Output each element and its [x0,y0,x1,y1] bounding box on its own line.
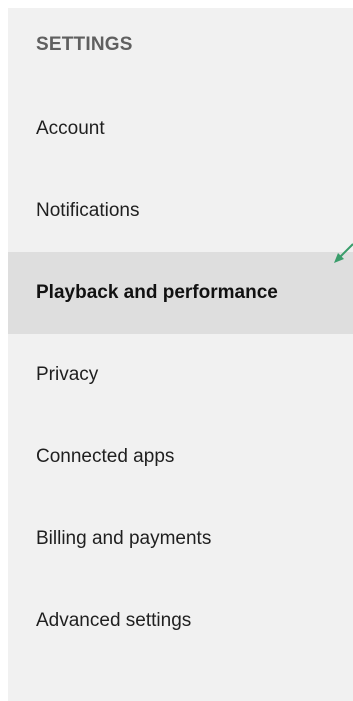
nav-item-billing-and-payments[interactable]: Billing and payments [8,498,353,580]
nav-item-connected-apps[interactable]: Connected apps [8,416,353,498]
nav-item-label: Billing and payments [36,528,212,549]
nav-item-notifications[interactable]: Notifications [8,170,353,252]
nav-item-label: Account [36,118,105,139]
settings-nav: Account Notifications Playback and perfo… [8,88,353,662]
nav-item-account[interactable]: Account [8,88,353,170]
nav-item-label: Advanced settings [36,610,192,631]
settings-panel: SETTINGS Account Notifications Playback … [8,8,353,701]
nav-item-privacy[interactable]: Privacy [8,334,353,416]
settings-heading: SETTINGS [36,34,133,55]
nav-item-label: Notifications [36,200,140,221]
nav-item-label: Playback and performance [36,282,278,303]
nav-item-label: Privacy [36,364,99,385]
nav-item-label: Connected apps [36,446,175,467]
nav-item-playback-and-performance[interactable]: Playback and performance [8,243,353,334]
pointer-arrow-icon [334,243,353,263]
nav-item-advanced-settings[interactable]: Advanced settings [8,580,353,662]
